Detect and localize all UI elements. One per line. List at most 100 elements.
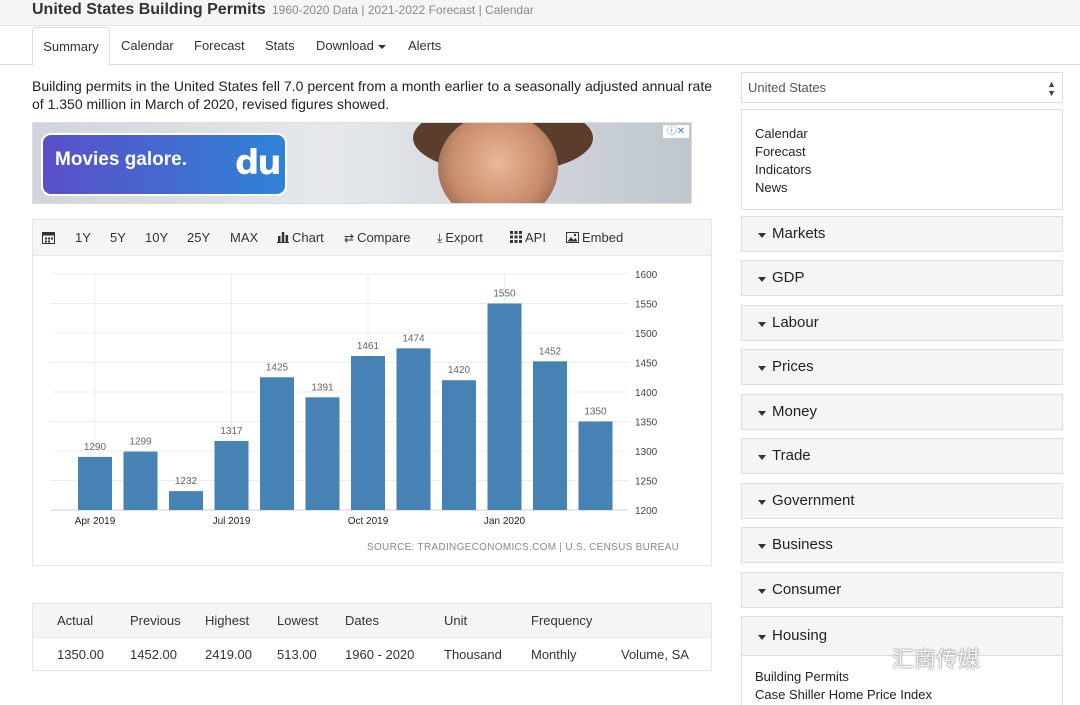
tab-alerts[interactable]: Alerts — [408, 26, 441, 65]
value-dates: 1960 - 2020 — [345, 647, 415, 662]
range-max-button[interactable]: MAX — [230, 220, 258, 256]
caret-down-icon — [758, 635, 766, 640]
grid-icon — [510, 231, 522, 243]
category-gdp[interactable]: GDP — [741, 260, 1063, 296]
range-5y-button[interactable]: 5Y — [110, 220, 126, 256]
y-tick-label: 1500 — [635, 329, 658, 340]
category-consumer[interactable]: Consumer — [741, 572, 1063, 608]
ad-banner[interactable]: Movies galore. du ⓘ✕ — [32, 122, 692, 204]
chart-panel: 1Y 5Y 10Y 25Y MAX Chart ⇄ Compare ⤓ Export… — [32, 219, 712, 566]
chart-toolbar: 1Y 5Y 10Y 25Y MAX Chart ⇄ Compare ⤓ Export… — [33, 220, 711, 256]
bar-value-label: 1290 — [84, 442, 107, 453]
bar-value-label: 1350 — [584, 407, 607, 418]
category-label: Consumer — [772, 581, 842, 598]
api-button-label: API — [525, 230, 546, 245]
chart-bar — [305, 397, 340, 510]
chart-bar — [169, 491, 203, 510]
chevron-down-icon — [377, 44, 386, 49]
country-select[interactable]: United States ▲ ▼ — [741, 72, 1063, 103]
category-label: Trade — [772, 447, 811, 464]
range-25y-button[interactable]: 25Y — [187, 220, 210, 256]
x-tick-label: Jan 2020 — [484, 516, 526, 527]
ad-close-icon[interactable]: ⓘ✕ — [663, 125, 689, 138]
bar-chart: 1200 1250 1300 1350 1400 1450 1500 1550 1600 1290… — [51, 270, 658, 527]
ad-logo: du — [235, 143, 282, 183]
chart-bar — [396, 348, 431, 510]
caret-down-icon — [758, 322, 766, 327]
value-lowest: 513.00 — [277, 647, 317, 662]
link-calendar[interactable]: Calendar — [755, 125, 1062, 143]
chart-button[interactable]: Chart — [277, 220, 324, 256]
bar-value-label: 1299 — [129, 437, 152, 448]
value-unit: Thousand — [444, 647, 502, 662]
compare-button[interactable]: ⇄ Compare — [344, 220, 411, 256]
api-button[interactable]: API — [510, 220, 546, 256]
range-10y-button[interactable]: 10Y — [145, 220, 168, 256]
header-dates: Dates — [345, 613, 379, 628]
export-button-label: Export — [445, 230, 483, 245]
y-tick-label: 1550 — [635, 300, 658, 311]
ad-headline: Movies galore. — [55, 149, 187, 170]
tab-stats[interactable]: Stats — [265, 26, 295, 65]
caret-down-icon — [758, 455, 766, 460]
category-trade[interactable]: Trade — [741, 438, 1063, 474]
bar-value-label: 1420 — [448, 365, 471, 376]
x-tick-label: Oct 2019 — [348, 516, 389, 527]
caret-down-icon — [758, 411, 766, 416]
shuffle-icon: ⇄ — [344, 231, 355, 245]
range-1y-button[interactable]: 1Y — [75, 220, 91, 256]
category-government[interactable]: Government — [741, 483, 1063, 519]
category-label: Markets — [772, 225, 826, 242]
caret-down-icon — [758, 544, 766, 549]
summary-text: Building permits in the United States fe… — [32, 78, 712, 112]
calendar-icon[interactable] — [42, 220, 55, 256]
stats-header-row: Actual Previous Highest Lowest Dates Uni… — [33, 604, 711, 638]
tab-download[interactable]: Download — [316, 26, 386, 65]
header-previous: Previous — [130, 613, 181, 628]
compare-button-label: Compare — [357, 230, 411, 245]
category-labour[interactable]: Labour — [741, 305, 1063, 341]
link-indicators[interactable]: Indicators — [755, 161, 1062, 179]
category-label: GDP — [772, 269, 805, 286]
value-actual: 1350.00 — [57, 647, 104, 662]
value-previous: 1452.00 — [130, 647, 177, 662]
x-tick-label: Apr 2019 — [75, 516, 116, 527]
chart-bar — [351, 356, 385, 510]
chart-bar — [214, 440, 249, 510]
page-header: United States Building Permits 1960-2020… — [0, 0, 1080, 26]
ad-photo — [438, 123, 558, 203]
link-case-shiller[interactable]: Case Shiller Home Price Index — [755, 686, 1062, 704]
y-tick-label: 1600 — [635, 270, 658, 281]
link-forecast[interactable]: Forecast — [755, 143, 1062, 161]
caret-down-icon — [758, 589, 766, 594]
category-prices[interactable]: Prices — [741, 349, 1063, 385]
chart-bar — [487, 303, 522, 510]
category-markets[interactable]: Markets — [741, 216, 1063, 252]
page-subtitle[interactable]: 1960-2020 Data | 2021-2022 Forecast | Ca… — [272, 3, 534, 17]
chart-source: SOURCE: TRADINGECONOMICS.COM | U.S. CENS… — [367, 542, 680, 553]
y-tick-label: 1450 — [635, 359, 658, 370]
embed-button[interactable]: Embed — [566, 220, 623, 256]
tab-forecast[interactable]: Forecast — [194, 26, 245, 65]
y-tick-label: 1400 — [635, 388, 658, 399]
bar-value-label: 1461 — [357, 341, 380, 352]
download-icon: ⤓ — [437, 231, 443, 245]
value-highest: 2419.00 — [205, 647, 252, 662]
tab-summary[interactable]: Summary — [32, 27, 110, 66]
header-highest: Highest — [205, 613, 250, 628]
embed-button-label: Embed — [582, 230, 624, 245]
category-label: Labour — [772, 314, 819, 331]
export-button[interactable]: ⤓ Export — [437, 220, 483, 256]
stats-table: Actual Previous Highest Lowest Dates Uni… — [32, 603, 712, 671]
tab-calendar[interactable]: Calendar — [121, 26, 174, 65]
x-tick-label: Jul 2019 — [213, 516, 251, 527]
bar-value-label: 1550 — [493, 289, 516, 300]
bar-value-label: 1317 — [220, 426, 243, 437]
category-business[interactable]: Business — [741, 527, 1063, 563]
page-title: United States Building Permits — [32, 1, 266, 18]
nav-tabs: Summary Calendar Forecast Stats Download… — [0, 26, 1080, 66]
country-select-value: United States — [748, 80, 827, 95]
link-news[interactable]: News — [755, 179, 1062, 197]
bar-value-label: 1391 — [311, 382, 334, 393]
category-money[interactable]: Money — [741, 394, 1063, 430]
